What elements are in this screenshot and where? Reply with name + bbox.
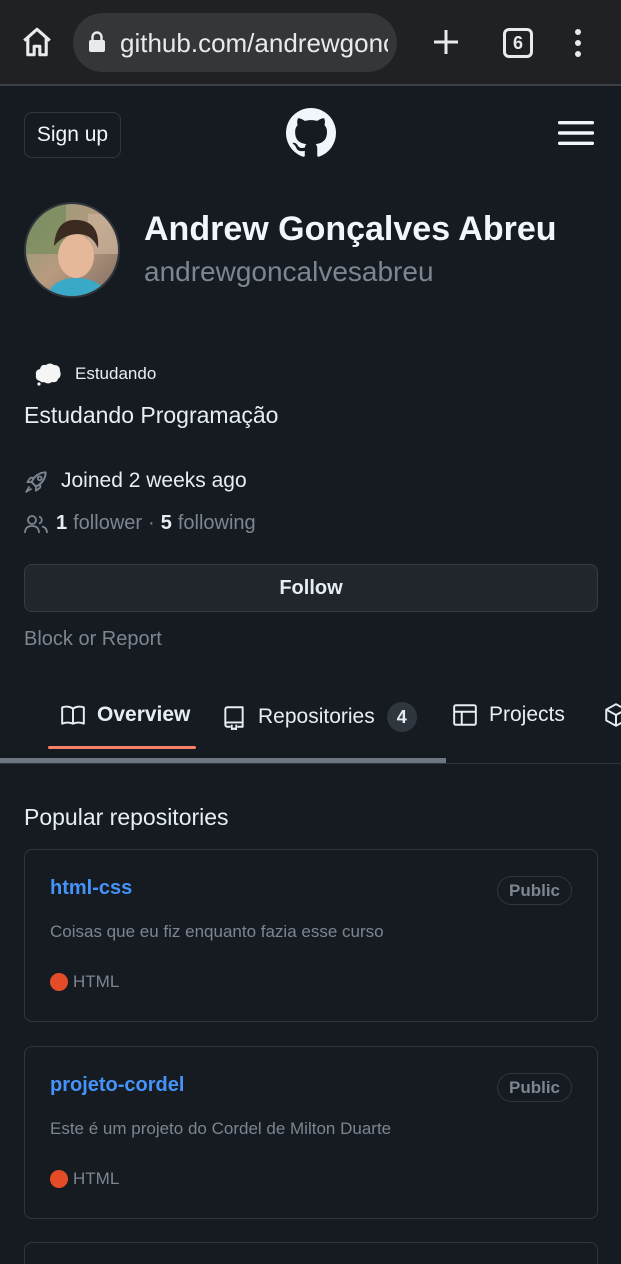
tab-scrollbar[interactable]	[0, 758, 446, 763]
address-bar[interactable]: github.com/andrewgonc	[73, 13, 397, 72]
visibility-badge: Public	[496, 876, 572, 905]
profile-bio: Estudando Programação	[24, 402, 279, 428]
separator-dot: ·	[148, 512, 155, 534]
github-profile-page: Sign up Andrew Gonçalves Abreu andrewgon…	[0, 88, 621, 1264]
repo-description: Coisas que eu fiz enquanto fazia esse cu…	[50, 922, 384, 941]
profile-full-name: Andrew Gonçalves Abreu	[144, 210, 557, 248]
repo-name-link[interactable]: projeto-cordel	[50, 1074, 184, 1097]
repo-description: Este é um projeto do Cordel de Milton Du…	[50, 1119, 392, 1138]
url-text: github.com/andrewgonc	[120, 28, 388, 58]
new-tab-icon[interactable]	[432, 28, 460, 56]
sign-up-button[interactable]: Sign up	[24, 112, 121, 158]
following-count[interactable]: 5	[161, 512, 172, 535]
repo-card	[24, 1242, 598, 1264]
visibility-badge: Public	[496, 1073, 572, 1102]
follow-button[interactable]: Follow	[24, 564, 598, 612]
repo-language-label: HTML	[73, 972, 120, 991]
joined-text: Joined 2 weeks ago	[61, 469, 247, 492]
github-logo-icon[interactable]	[286, 108, 336, 158]
repositories-counter: 4	[386, 702, 417, 732]
tab-repositories[interactable]: Repositories 4	[221, 702, 417, 732]
repo-name-link[interactable]: html-css	[50, 877, 132, 900]
repo-card: html-css Public Coisas que eu fiz enquan…	[24, 849, 598, 1022]
repo-icon	[224, 706, 244, 730]
tab-overview-label: Overview	[97, 703, 191, 726]
table-icon	[453, 704, 477, 726]
lock-icon	[89, 31, 105, 52]
tab-projects[interactable]: Projects	[452, 702, 565, 728]
repo-card: projeto-cordel Public Este é um projeto …	[24, 1046, 598, 1219]
repo-language-label: HTML	[73, 1169, 120, 1188]
language-color-dot	[50, 1170, 68, 1188]
profile-tab-nav: Overview Repositories 4 Projects	[0, 674, 621, 764]
book-icon	[61, 705, 85, 725]
status-text: Estudando	[75, 364, 157, 383]
followers-count[interactable]: 1	[56, 512, 67, 535]
followers-link[interactable]: follower	[73, 512, 142, 535]
language-color-dot	[50, 973, 68, 991]
avatar[interactable]	[24, 202, 120, 298]
tab-switcher-button[interactable]: 6	[503, 28, 533, 58]
popular-repositories-heading: Popular repositories	[24, 804, 229, 830]
tab-overview[interactable]: Overview	[60, 702, 190, 728]
joined-info: Joined 2 weeks ago	[24, 468, 247, 494]
follow-stats: 1 follower · 5 following	[24, 512, 256, 535]
profile-username: andrewgoncalvesabreu	[144, 256, 434, 287]
tab-repositories-label: Repositories	[258, 705, 375, 728]
hamburger-menu-icon[interactable]	[558, 120, 594, 146]
tab-projects-label: Projects	[489, 703, 565, 726]
repo-language: HTML	[50, 1169, 119, 1189]
tab-packages[interactable]	[603, 702, 621, 728]
more-vert-icon[interactable]	[572, 28, 584, 58]
block-or-report-link[interactable]: Block or Report	[24, 628, 162, 651]
thought-balloon-icon	[35, 363, 61, 386]
repo-language: HTML	[50, 972, 119, 992]
following-link[interactable]: following	[178, 512, 256, 535]
home-icon[interactable]	[20, 25, 54, 59]
rocket-icon	[25, 471, 47, 493]
selected-tab-underline	[48, 746, 196, 749]
people-icon	[24, 514, 48, 533]
package-icon	[605, 703, 621, 727]
browser-toolbar: github.com/andrewgonc 6	[0, 0, 621, 86]
status-badge[interactable]: Estudando	[34, 360, 156, 388]
